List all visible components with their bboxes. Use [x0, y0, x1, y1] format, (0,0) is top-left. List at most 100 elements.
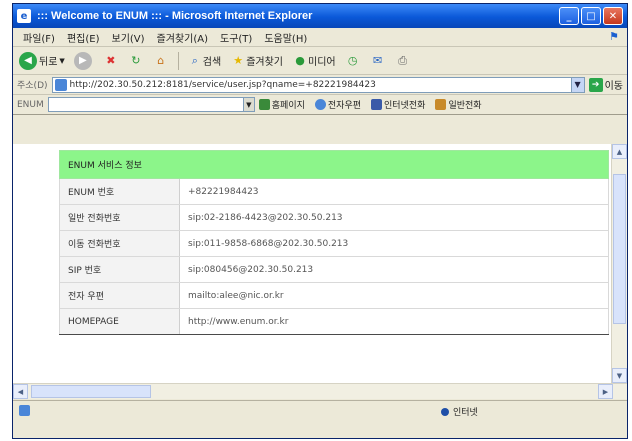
- close-button[interactable]: ✕: [603, 7, 623, 25]
- mail-icon: ✉: [373, 54, 383, 67]
- window-title: ::: Welcome to ENUM ::: - Microsoft Inte…: [37, 10, 313, 22]
- row-label: 이동 전화번호: [59, 230, 180, 257]
- table-row: HOMEPAGE http://www.enum.or.kr: [59, 308, 609, 335]
- scroll-down-icon[interactable]: ▼: [612, 368, 627, 383]
- refresh-icon: ↻: [131, 54, 141, 67]
- menu-view[interactable]: 보기(V): [112, 30, 145, 45]
- toolbar-search-dropdown[interactable]: ▼: [242, 97, 255, 112]
- row-label: HOMEPAGE: [59, 308, 180, 335]
- horizontal-scrollbar[interactable]: ◀ ▶: [13, 383, 627, 399]
- globe-icon: [441, 407, 449, 416]
- links-toolbar: ENUM ▼ 홈페이지 전자우편 인터넷전화 일반전화: [13, 95, 627, 115]
- back-arrow-icon: ◀: [19, 51, 37, 70]
- star-icon: ★: [233, 54, 244, 67]
- table-row: ENUM 번호 +82221984423: [59, 178, 609, 205]
- row-value: +82221984423: [179, 178, 609, 205]
- go-button[interactable]: ➔ 이동: [588, 77, 623, 92]
- forward-arrow-icon: ▶: [73, 51, 92, 70]
- home-link-icon: [258, 99, 270, 110]
- menu-help[interactable]: 도움말(H): [264, 30, 307, 45]
- home-icon: ⌂: [157, 54, 165, 67]
- table-row: 이동 전화번호 sip:011-9858-6868@202.30.50.213: [59, 230, 609, 257]
- print-icon: ⎙: [398, 53, 408, 67]
- scroll-left-icon[interactable]: ◀: [13, 384, 28, 399]
- scroll-up-icon[interactable]: ▲: [612, 144, 627, 159]
- status-bar: 인터넷: [13, 400, 627, 438]
- go-label: 이동: [604, 81, 623, 92]
- menu-bar: 파일(F) 편집(E) 보기(V) 즐겨찾기(A) 도구(T) 도움말(H) ⚑: [13, 28, 627, 47]
- row-label: ENUM 번호: [59, 178, 180, 205]
- row-value[interactable]: sip:080456@202.30.50.213: [179, 256, 609, 283]
- stop-button[interactable]: ✖: [103, 53, 119, 69]
- row-label: 일반 전화번호: [59, 204, 180, 231]
- security-zone: 인터넷: [441, 405, 478, 418]
- search-button[interactable]: ⌕ 검색: [187, 53, 222, 69]
- table-header-row: ENUM 서비스 정보: [59, 150, 609, 179]
- browser-window: e ::: Welcome to ENUM ::: - Microsoft In…: [12, 3, 628, 439]
- page-icon: [54, 78, 67, 91]
- search-label: 검색: [202, 57, 222, 68]
- history-icon: ◷: [347, 54, 358, 67]
- back-label: 뒤로: [39, 57, 58, 68]
- phone-icon: [435, 99, 447, 110]
- windows-logo-icon: ⚑: [609, 30, 619, 43]
- menu-tools[interactable]: 도구(T): [220, 30, 252, 45]
- horizontal-scroll-thumb[interactable]: [31, 385, 151, 398]
- history-button[interactable]: ◷: [345, 53, 361, 69]
- toolbar-separator: [177, 51, 179, 70]
- email-link-icon: [314, 99, 326, 110]
- back-button[interactable]: ◀ 뒤로 ▼: [19, 51, 65, 70]
- title-bar[interactable]: e ::: Welcome to ENUM ::: - Microsoft In…: [13, 4, 627, 28]
- ie-icon: e: [17, 9, 31, 23]
- vertical-scroll-thumb[interactable]: [613, 174, 626, 324]
- link-homepage[interactable]: 홈페이지: [258, 98, 305, 111]
- home-button[interactable]: ⌂: [153, 53, 169, 69]
- page-content: ENUM 서비스 정보 ENUM 번호 +82221984423 일반 전화번호…: [13, 144, 613, 383]
- media-label: 미디어: [308, 57, 336, 68]
- row-label: SIP 번호: [59, 256, 180, 283]
- row-value[interactable]: sip:02-2186-4423@202.30.50.213: [179, 204, 609, 231]
- zone-label: 인터넷: [453, 408, 478, 418]
- link-internet-phone[interactable]: 인터넷전화: [371, 98, 425, 111]
- row-label: 전자 우편: [59, 282, 180, 309]
- print-button[interactable]: ⎙: [395, 53, 411, 69]
- mail-button[interactable]: ✉: [370, 53, 386, 69]
- link-homepage-label: 홈페이지: [271, 101, 305, 111]
- address-url: http://202.30.50.212:8181/service/user.j…: [69, 79, 376, 90]
- link-internet-phone-label: 인터넷전화: [384, 101, 426, 111]
- enum-info-table: ENUM 서비스 정보 ENUM 번호 +82221984423 일반 전화번호…: [59, 150, 609, 335]
- link-email[interactable]: 전자우편: [314, 98, 362, 111]
- toolbar-search-input[interactable]: [47, 97, 244, 112]
- address-label: 주소(D): [17, 81, 48, 91]
- address-input[interactable]: http://202.30.50.212:8181/service/user.j…: [51, 76, 572, 93]
- table-row: SIP 번호 sip:080456@202.30.50.213: [59, 256, 609, 283]
- forward-button[interactable]: ▶: [73, 51, 94, 70]
- maximize-button[interactable]: □: [581, 7, 601, 25]
- menu-edit[interactable]: 편집(E): [67, 30, 100, 45]
- link-email-label: 전자우편: [327, 101, 362, 111]
- back-dropdown-icon: ▼: [59, 56, 65, 65]
- table-title: ENUM 서비스 정보: [59, 150, 609, 179]
- address-dropdown-button[interactable]: ▼: [570, 76, 585, 93]
- refresh-button[interactable]: ↻: [128, 53, 144, 69]
- row-value[interactable]: mailto:alee@nic.or.kr: [179, 282, 609, 309]
- table-row: 전자 우편 mailto:alee@nic.or.kr: [59, 282, 609, 309]
- media-icon: ●: [295, 54, 305, 67]
- link-phone[interactable]: 일반전화: [435, 98, 482, 111]
- media-button[interactable]: ● 미디어: [292, 53, 336, 69]
- vertical-scrollbar[interactable]: ▲ ▼: [611, 144, 627, 383]
- menu-favorites[interactable]: 즐겨찾기(A): [157, 30, 208, 45]
- standard-toolbar: ◀ 뒤로 ▼ ▶ ✖ ↻ ⌂ ⌕ 검색 ★ 즐겨찾기 ● 미디어 ◷ ✉ ⎙: [13, 47, 627, 75]
- table-row: 일반 전화번호 sip:02-2186-4423@202.30.50.213: [59, 204, 609, 231]
- favorites-label: 즐겨찾기: [246, 57, 284, 68]
- go-arrow-icon: ➔: [588, 77, 603, 92]
- page-status-icon: [19, 405, 30, 416]
- row-value[interactable]: http://www.enum.or.kr: [179, 308, 609, 335]
- menu-file[interactable]: 파일(F): [23, 30, 55, 45]
- address-bar: 주소(D) http://202.30.50.212:8181/service/…: [13, 75, 627, 95]
- links-toolbar-label: ENUM: [17, 99, 44, 110]
- minimize-button[interactable]: _: [559, 7, 579, 25]
- favorites-button[interactable]: ★ 즐겨찾기: [230, 53, 283, 69]
- row-value[interactable]: sip:011-9858-6868@202.30.50.213: [179, 230, 609, 257]
- scroll-right-icon[interactable]: ▶: [598, 384, 613, 399]
